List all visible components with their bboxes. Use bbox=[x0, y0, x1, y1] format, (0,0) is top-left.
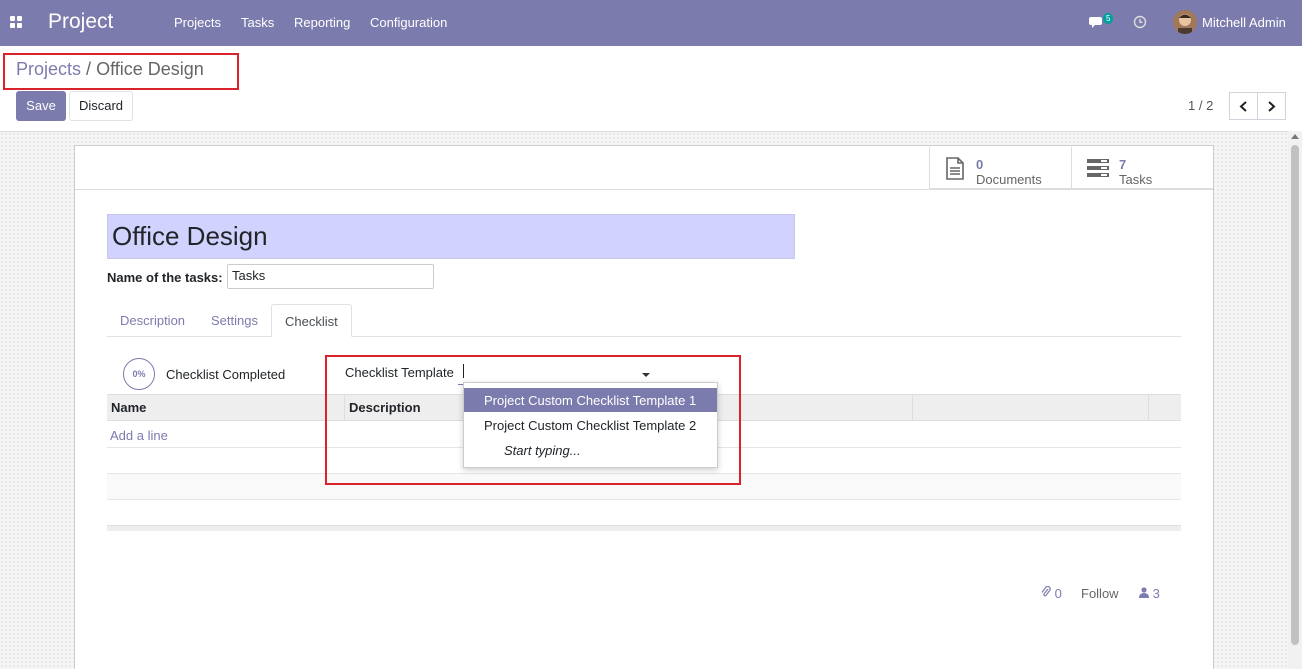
row-divider bbox=[107, 499, 1181, 500]
clock-icon[interactable] bbox=[1133, 15, 1147, 29]
checklist-template-dropdown: Project Custom Checklist Template 1 Proj… bbox=[463, 382, 718, 468]
checklist-table-footer bbox=[107, 525, 1181, 531]
tasks-name-label: Name of the tasks: bbox=[107, 270, 223, 285]
app-title: Project bbox=[48, 10, 114, 33]
save-button[interactable]: Save bbox=[16, 91, 66, 121]
documents-stat-button[interactable]: 0 Documents bbox=[929, 147, 1071, 189]
checklist-completed-label: Checklist Completed bbox=[166, 367, 286, 382]
dropdown-option-template-2[interactable]: Project Custom Checklist Template 2 bbox=[464, 413, 717, 437]
dropdown-option-template-1[interactable]: Project Custom Checklist Template 1 bbox=[464, 388, 717, 412]
stat-button-box: 0 Documents 7 Tasks bbox=[929, 147, 1213, 189]
document-icon bbox=[946, 157, 964, 180]
user-icon bbox=[1139, 587, 1149, 598]
documents-label: Documents bbox=[976, 172, 1042, 187]
user-name[interactable]: Mitchell Admin bbox=[1202, 15, 1286, 30]
user-avatar[interactable] bbox=[1173, 10, 1197, 34]
form-sheet: 0 Documents 7 Tasks Office Design Name o… bbox=[74, 145, 1214, 669]
project-title-input[interactable]: Office Design bbox=[107, 214, 795, 259]
discard-button[interactable]: Discard bbox=[69, 91, 133, 121]
tasks-list-icon bbox=[1087, 159, 1109, 177]
tab-checklist[interactable]: Checklist bbox=[271, 304, 352, 337]
scrollbar-thumb[interactable] bbox=[1291, 145, 1299, 645]
tasks-count: 7 bbox=[1119, 157, 1127, 172]
scroll-up-icon[interactable] bbox=[1291, 134, 1299, 139]
menu-configuration[interactable]: Configuration bbox=[370, 15, 447, 30]
top-navbar: Project Projects Tasks Reporting Configu… bbox=[0, 0, 1302, 46]
column-extra bbox=[913, 395, 1149, 420]
menu-projects[interactable]: Projects bbox=[174, 15, 221, 30]
follow-button[interactable]: Follow bbox=[1081, 586, 1119, 601]
pager-next-button[interactable] bbox=[1257, 92, 1286, 120]
attachments-button[interactable]: 0 bbox=[1041, 585, 1062, 601]
chevron-left-icon bbox=[1239, 101, 1247, 112]
messages-badge: 5 bbox=[1103, 13, 1114, 24]
vertical-scrollbar[interactable] bbox=[1288, 131, 1302, 669]
paperclip-icon bbox=[1041, 585, 1051, 597]
button-box-divider bbox=[75, 189, 1213, 190]
column-name[interactable]: Name bbox=[107, 395, 345, 420]
menu-tasks[interactable]: Tasks bbox=[241, 15, 274, 30]
followers-count: 3 bbox=[1152, 586, 1160, 601]
menu-reporting[interactable]: Reporting bbox=[294, 15, 350, 30]
attachments-count: 0 bbox=[1054, 586, 1062, 601]
tasks-name-input[interactable]: Tasks bbox=[227, 264, 434, 289]
dropdown-start-typing: Start typing... bbox=[504, 443, 581, 458]
tab-settings[interactable]: Settings bbox=[198, 304, 271, 337]
checklist-progress-circle: 0% bbox=[123, 358, 155, 390]
tab-description[interactable]: Description bbox=[107, 304, 198, 337]
highlight-box-breadcrumb bbox=[3, 53, 239, 90]
add-a-line-link[interactable]: Add a line bbox=[110, 428, 168, 443]
followers-button[interactable]: 3 bbox=[1139, 586, 1160, 601]
documents-count: 0 bbox=[976, 157, 984, 172]
tasks-stat-button[interactable]: 7 Tasks bbox=[1071, 147, 1213, 189]
apps-menu-icon[interactable] bbox=[10, 16, 23, 29]
pager-previous-button[interactable] bbox=[1229, 92, 1258, 120]
pager-value[interactable]: 1 / 2 bbox=[1188, 98, 1213, 113]
tasks-label: Tasks bbox=[1119, 172, 1153, 187]
chevron-right-icon bbox=[1268, 101, 1276, 112]
